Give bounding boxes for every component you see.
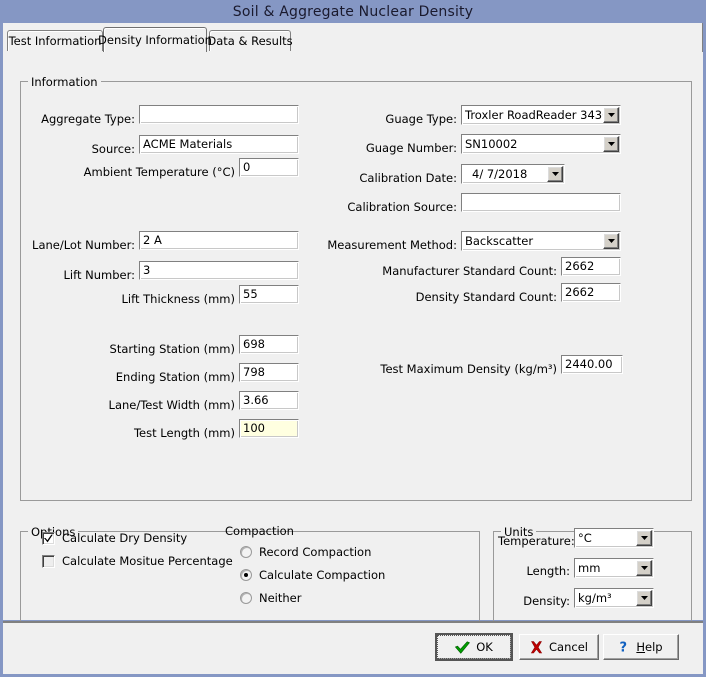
- temperature-unit-combo[interactable]: °C: [574, 528, 654, 548]
- dialog-button-bar: OK Cancel ? Help: [3, 621, 703, 674]
- guage-number-label: Guage Number:: [333, 142, 457, 155]
- x-icon: [530, 641, 543, 654]
- length-unit-combo[interactable]: mm: [574, 558, 654, 578]
- lift-thickness-label: Lift Thickness (mm): [23, 293, 235, 306]
- tab-data-results-label: Data & Results: [207, 34, 292, 48]
- calculate-dry-density-checkbox[interactable]: Calculate Dry Density: [42, 531, 187, 545]
- svg-text:?: ?: [620, 641, 628, 655]
- radio-selected-icon: [240, 569, 252, 581]
- application-window: Soil & Aggregate Nuclear Density Test In…: [0, 0, 706, 677]
- guage-type-value: Troxler RoadReader 3430-34: [462, 107, 603, 123]
- source-input[interactable]: ACME Materials: [139, 135, 299, 154]
- calculate-moisture-percentage-checkbox[interactable]: Calculate Mositue Percentage: [42, 554, 233, 568]
- ok-button-label: OK: [476, 640, 493, 654]
- lane-test-width-input[interactable]: 3.66: [239, 391, 299, 410]
- help-button-rest: elp: [645, 640, 663, 654]
- radio-neither-label: Neither: [259, 591, 301, 605]
- client-area: Test Information Density Information Dat…: [3, 23, 703, 620]
- ambient-temperature-label: Ambient Temperature (°C): [23, 166, 235, 179]
- ambient-temperature-input[interactable]: 0: [239, 158, 299, 177]
- radio-neither[interactable]: Neither: [240, 591, 301, 605]
- source-label: Source:: [23, 143, 135, 156]
- measurement-method-label: Measurement Method:: [303, 239, 457, 252]
- window-title: Soil & Aggregate Nuclear Density: [233, 4, 473, 20]
- density-unit-combo[interactable]: kg/m³: [574, 588, 654, 608]
- help-accelerator: H: [636, 640, 645, 654]
- calibration-date-picker[interactable]: 4/ 7/2018: [461, 164, 565, 184]
- compaction-label: Compaction: [225, 525, 294, 538]
- measurement-method-combo[interactable]: Backscatter: [461, 231, 621, 251]
- test-maximum-density-input[interactable]: 2440.00: [561, 355, 623, 374]
- lift-thickness-input[interactable]: 55: [239, 285, 299, 304]
- test-maximum-density-label: Test Maximum Density (kg/m³): [333, 363, 557, 376]
- help-button-label: Help: [636, 640, 662, 654]
- lane-lot-number-label: Lane/Lot Number:: [23, 239, 135, 252]
- density-unit-label: Density:: [498, 595, 570, 608]
- lane-lot-number-input[interactable]: 2 A: [139, 231, 299, 250]
- chevron-down-icon[interactable]: [547, 166, 563, 182]
- checkbox-unchecked-icon: [42, 555, 55, 568]
- calculate-dry-density-label: Calculate Dry Density: [62, 531, 187, 545]
- check-icon: [455, 641, 470, 654]
- starting-station-label: Starting Station (mm): [23, 343, 235, 356]
- manufacturer-standard-count-label: Manufacturer Standard Count:: [333, 265, 557, 278]
- chevron-down-icon[interactable]: [636, 560, 652, 576]
- information-group-legend: Information: [28, 75, 101, 89]
- radio-record-compaction[interactable]: Record Compaction: [240, 545, 371, 559]
- test-length-input[interactable]: 100: [239, 419, 299, 438]
- temperature-unit-label: Temperature:: [498, 535, 570, 548]
- starting-station-input[interactable]: 698: [239, 335, 299, 354]
- guage-number-combo[interactable]: SN10002: [461, 134, 621, 154]
- guage-type-combo[interactable]: Troxler RoadReader 3430-34: [461, 105, 621, 125]
- tab-test-information-label: Test Information: [9, 34, 102, 48]
- lane-test-width-label: Lane/Test Width (mm): [23, 399, 235, 412]
- calibration-date-value: 4/ 7/2018: [462, 166, 547, 182]
- density-standard-count-input[interactable]: 2662: [561, 283, 621, 302]
- calibration-source-label: Calibration Source:: [333, 201, 457, 214]
- chevron-down-icon[interactable]: [636, 590, 652, 606]
- radio-calculate-compaction-label: Calculate Compaction: [259, 568, 385, 582]
- guage-number-value: SN10002: [462, 136, 603, 152]
- ending-station-label: Ending Station (mm): [23, 371, 235, 384]
- temperature-unit-value: °C: [575, 530, 636, 546]
- tab-density-information-label: Density Information: [98, 33, 212, 47]
- calibration-source-input[interactable]: [461, 193, 621, 212]
- aggregate-type-label: Aggregate Type:: [23, 113, 135, 126]
- density-unit-value: kg/m³: [575, 590, 636, 606]
- test-length-label: Test Length (mm): [23, 427, 235, 440]
- tab-data-results[interactable]: Data & Results: [209, 30, 291, 51]
- ok-button[interactable]: OK: [435, 633, 513, 661]
- length-unit-label: Length:: [498, 565, 570, 578]
- chevron-down-icon[interactable]: [603, 233, 619, 249]
- density-standard-count-label: Density Standard Count:: [333, 291, 557, 304]
- chevron-down-icon[interactable]: [636, 530, 652, 546]
- cancel-button[interactable]: Cancel: [519, 634, 599, 660]
- calculate-moisture-percentage-label: Calculate Mositue Percentage: [62, 554, 233, 568]
- tab-strip: Test Information Density Information Dat…: [3, 26, 703, 52]
- tab-density-information[interactable]: Density Information: [103, 27, 207, 52]
- lift-number-input[interactable]: 3: [139, 261, 299, 280]
- radio-record-compaction-label: Record Compaction: [259, 545, 371, 559]
- radio-unselected-icon: [240, 592, 252, 604]
- aggregate-type-input[interactable]: [139, 105, 299, 124]
- measurement-method-value: Backscatter: [462, 233, 603, 249]
- radio-unselected-icon: [240, 546, 252, 558]
- chevron-down-icon[interactable]: [603, 107, 619, 123]
- checkbox-checked-icon: [42, 532, 55, 545]
- radio-calculate-compaction[interactable]: Calculate Compaction: [240, 568, 385, 582]
- help-button[interactable]: ? Help: [603, 634, 679, 660]
- lift-number-label: Lift Number:: [23, 269, 135, 282]
- manufacturer-standard-count-input[interactable]: 2662: [561, 257, 621, 276]
- ending-station-input[interactable]: 798: [239, 363, 299, 382]
- question-icon: ?: [619, 640, 630, 654]
- tab-test-information[interactable]: Test Information: [7, 30, 103, 51]
- chevron-down-icon[interactable]: [603, 136, 619, 152]
- title-bar: Soil & Aggregate Nuclear Density: [0, 0, 706, 23]
- cancel-button-label: Cancel: [549, 640, 588, 654]
- guage-type-label: Guage Type:: [333, 113, 457, 126]
- length-unit-value: mm: [575, 560, 636, 576]
- density-information-page: Information Aggregate Type: Source: ACME…: [3, 53, 703, 620]
- calibration-date-label: Calibration Date:: [333, 172, 457, 185]
